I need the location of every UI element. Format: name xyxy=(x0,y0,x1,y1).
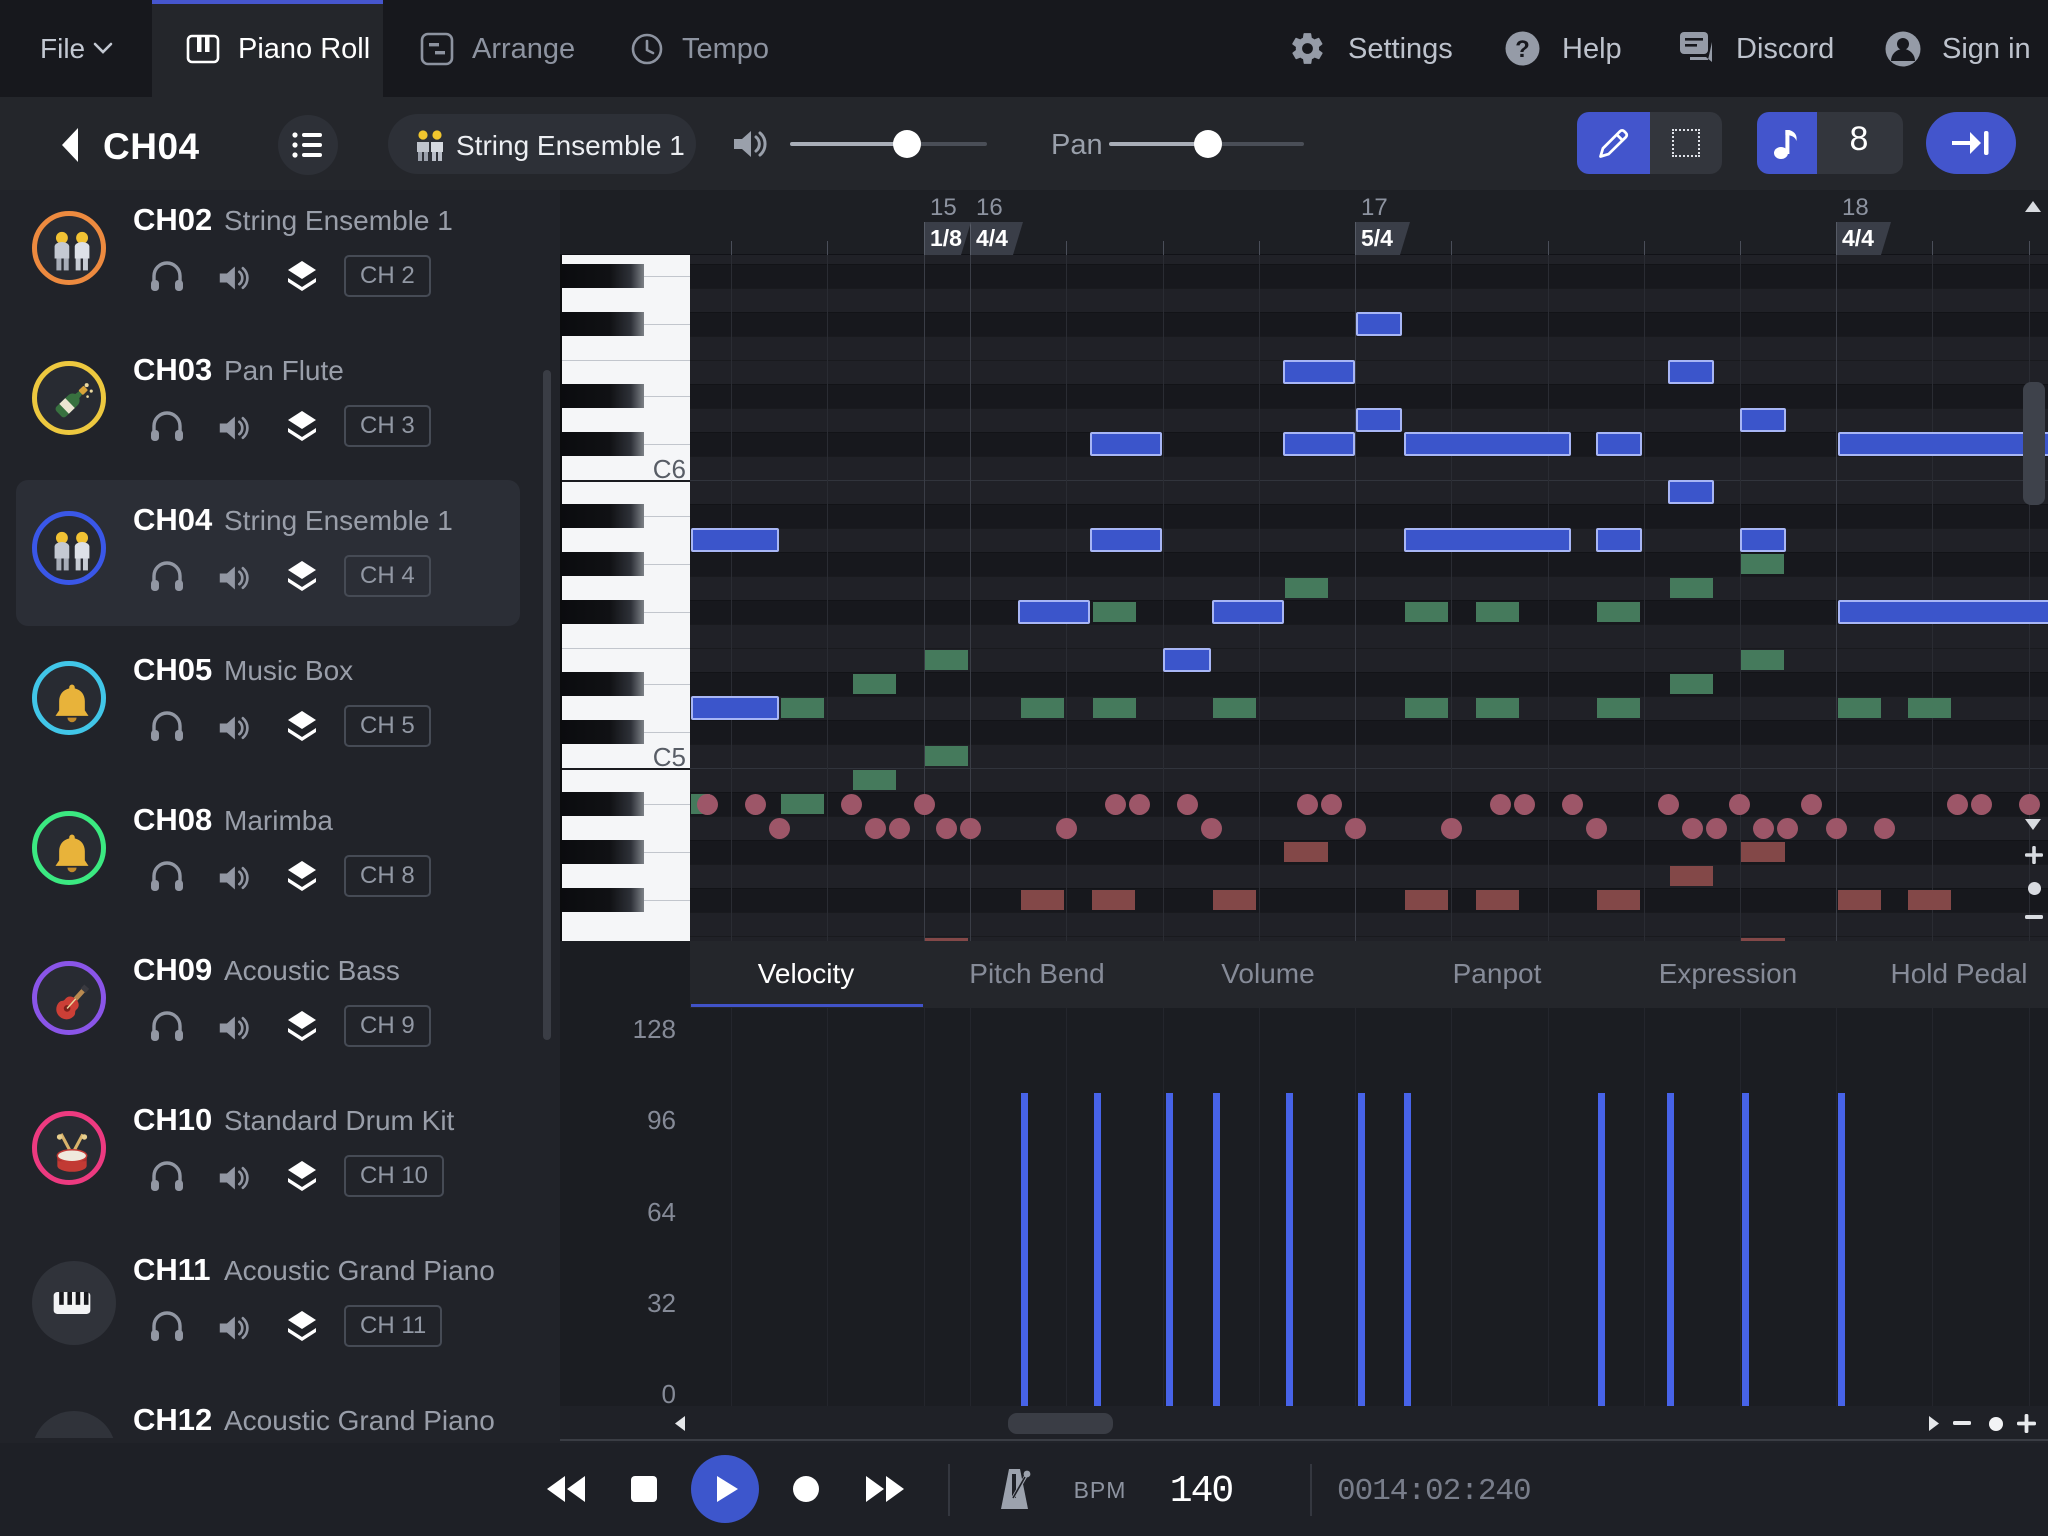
svg-text:?: ? xyxy=(1515,36,1530,63)
